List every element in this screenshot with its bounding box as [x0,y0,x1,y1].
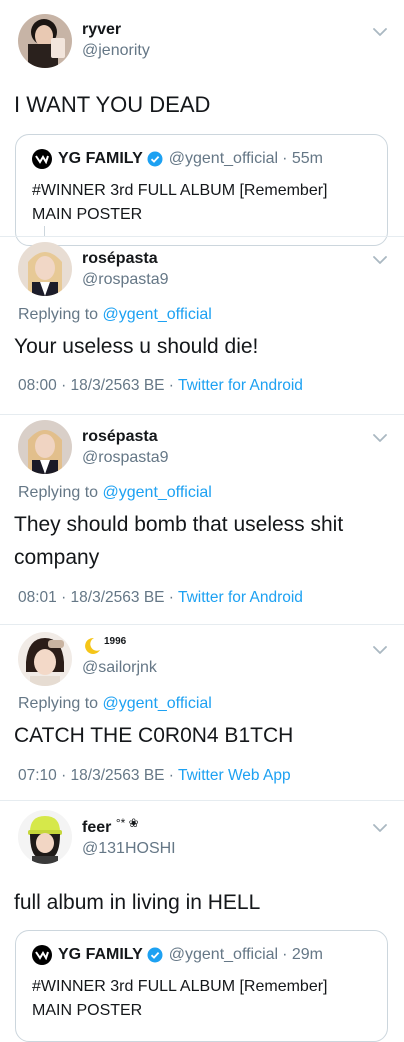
user-handle[interactable]: @rospasta9 [82,449,169,467]
chevron-down-icon[interactable] [372,820,388,836]
chevron-down-icon[interactable] [372,430,388,446]
tweet-meta: 08:01 · 18/3/2563 BE · Twitter for Andro… [18,589,303,607]
display-name[interactable]: rosépasta [82,250,158,268]
display-name-suffix: °* ❀ [115,816,139,830]
avatar[interactable] [18,420,72,474]
tweet-meta: 08:00 · 18/3/2563 BE · Twitter for Andro… [18,377,303,395]
tweet-meta: 07:10 · 18/3/2563 BE · Twitter Web App [18,767,291,785]
verified-badge-icon [147,151,163,167]
tweet-4[interactable]: 1996 @sailorjnk Replying to @ygent_offic… [0,624,404,800]
avatar[interactable] [18,14,72,68]
tweet-source-link[interactable]: Twitter for Android [178,377,303,394]
tweet-2[interactable]: rosépasta @rospasta9 Replying to @ygent_… [0,236,404,414]
replying-to-link[interactable]: @ygent_official [103,695,212,712]
tweet-timestamp[interactable]: 07:10 · 18/3/2563 BE · [18,767,178,784]
quoted-text-line-1: #WINNER 3rd FULL ALBUM [Remember] [32,978,328,995]
quoted-handle: @ygent_official [168,946,279,963]
quoted-text: #WINNER 3rd FULL ALBUM [Remember] MAIN P… [32,975,327,1023]
display-name[interactable]: rosépasta [82,428,158,446]
tweet-3[interactable]: rosépasta @rospasta9 Replying to @ygent_… [0,414,404,624]
tweet-1[interactable]: ryver @jenority I WANT YOU DEAD YG FAMIL… [0,0,404,246]
replying-to-link[interactable]: @ygent_official [103,306,212,323]
avatar[interactable] [18,810,72,864]
tweet-timestamp[interactable]: 08:01 · 18/3/2563 BE · [18,589,178,606]
user-handle[interactable]: @rospasta9 [82,271,169,289]
replying-to-prefix: Replying to [18,306,103,323]
quoted-tweet[interactable]: YG FAMILY @ygent_official · 55m #WINNER … [15,134,388,246]
yg-logo-icon [32,945,52,965]
display-name[interactable]: 1996 [82,636,126,656]
chevron-down-icon[interactable] [372,642,388,658]
tweet-text: full album in living in HELL [14,891,261,914]
display-name[interactable]: ryver [82,21,121,39]
tweet-5[interactable]: feer °* ❀ @131HOSHI full album in living… [0,800,404,1042]
replying-to-link[interactable]: @ygent_official [103,484,212,501]
tweet-source-link[interactable]: Twitter Web App [178,767,291,784]
display-name-text: feer [82,819,112,836]
replying-to-prefix: Replying to [18,484,103,501]
quoted-display-name: YG FAMILY [58,150,143,167]
quoted-text-line-1: #WINNER 3rd FULL ALBUM [Remember] [32,182,328,199]
quoted-time: · 29m [282,946,324,963]
tweet-text: They should bomb that useless shit compa… [14,513,344,569]
verified-badge-icon [147,947,163,963]
user-handle[interactable]: @sailorjnk [82,659,157,677]
quoted-display-name: YG FAMILY [58,946,143,963]
display-name[interactable]: feer °* ❀ [82,816,139,837]
quoted-time: · 55m [282,150,324,167]
yg-logo-icon [32,149,52,169]
replying-to: Replying to @ygent_official [18,306,212,324]
replying-to: Replying to @ygent_official [18,695,212,713]
replying-to-prefix: Replying to [18,695,103,712]
thread-line [44,226,45,236]
chevron-down-icon[interactable] [372,252,388,268]
quoted-text-line-2: MAIN POSTER [32,1002,143,1019]
tweet-text: Your useless u should die! [14,335,259,358]
quoted-text: #WINNER 3rd FULL ALBUM [Remember] MAIN P… [32,179,327,227]
chevron-down-icon[interactable] [372,24,388,40]
quoted-handle: @ygent_official [168,150,279,167]
tweet-source-link[interactable]: Twitter for Android [178,589,303,606]
avatar[interactable] [18,242,72,296]
tweet-text: I WANT YOU DEAD [14,92,211,117]
display-name-text: 1996 [104,635,127,647]
user-handle[interactable]: @jenority [82,42,150,60]
quoted-text-line-2: MAIN POSTER [32,206,143,223]
crescent-moon-icon [85,637,100,654]
quoted-tweet[interactable]: YG FAMILY @ygent_official · 29m #WINNER … [15,930,388,1042]
tweet-text: CATCH THE C0R0N4 B1TCH [14,724,294,747]
tweet-timestamp[interactable]: 08:00 · 18/3/2563 BE · [18,377,178,394]
avatar[interactable] [18,632,72,686]
replying-to: Replying to @ygent_official [18,484,212,502]
user-handle[interactable]: @131HOSHI [82,840,176,858]
